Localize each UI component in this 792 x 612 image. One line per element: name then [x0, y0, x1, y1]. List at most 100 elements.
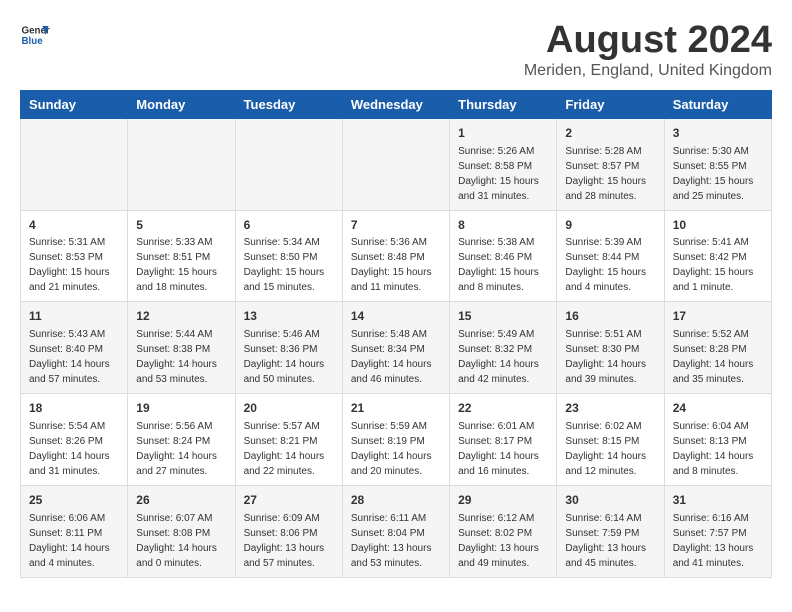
day-info: Sunrise: 5:34 AMSunset: 8:50 PMDaylight:…	[244, 235, 334, 295]
day-number: 22	[458, 400, 548, 417]
calendar-cell: 26Sunrise: 6:07 AMSunset: 8:08 PMDayligh…	[128, 485, 235, 577]
calendar-cell	[21, 118, 128, 210]
calendar-cell: 19 Sunrise: 5:56 AMSunset: 8:24 PMDayligh…	[128, 394, 235, 486]
day-info: Sunrise: 5:30 AMSunset: 8:55 PMDaylight:…	[673, 144, 763, 204]
col-saturday: Saturday	[664, 90, 771, 118]
sunrise-text: Sunrise: 5:34 AM	[244, 235, 334, 250]
col-thursday: Thursday	[450, 90, 557, 118]
sunrise-text: Sunrise: 6:06 AM	[29, 511, 119, 526]
calendar-cell: 30 Sunrise: 6:14 AMSunset: 7:59 PMDayligh…	[557, 485, 664, 577]
sunrise-text: Sunrise: 6:16 AM	[673, 511, 763, 526]
day-info: Sunrise: 5:38 AMSunset: 8:46 PMDaylight:…	[458, 235, 548, 295]
sunset-text: Sunset: 8:46 PM	[458, 250, 548, 265]
sunset-text: Sunset: 7:59 PM	[565, 526, 655, 541]
day-number: 9	[565, 217, 655, 234]
calendar-cell: 2Sunrise: 5:28 AMSunset: 8:57 PMDaylight…	[557, 118, 664, 210]
daylight-text: Daylight: 14 hours and 39 minutes.	[565, 357, 655, 387]
calendar-body: 1Sunrise: 5:26 AMSunset: 8:58 PMDaylight…	[21, 118, 772, 577]
sunset-text: Sunset: 8:51 PM	[136, 250, 226, 265]
day-info: Sunrise: 5:39 AMSunset: 8:44 PMDaylight:…	[565, 235, 655, 295]
daylight-text: Daylight: 15 hours and 18 minutes.	[136, 265, 226, 295]
header: General Blue August 2024 Meriden, Englan…	[20, 20, 772, 80]
daylight-text: Daylight: 15 hours and 4 minutes.	[565, 265, 655, 295]
day-number: 8	[458, 217, 548, 234]
day-number: 1	[458, 125, 548, 142]
calendar-week-1: 1Sunrise: 5:26 AMSunset: 8:58 PMDaylight…	[21, 118, 772, 210]
sunset-text: Sunset: 8:13 PM	[673, 434, 763, 449]
sunset-text: Sunset: 8:24 PM	[136, 434, 226, 449]
day-number: 7	[351, 217, 441, 234]
day-number: 31	[673, 492, 763, 509]
calendar-cell: 21Sunrise: 5:59 AMSunset: 8:19 PMDayligh…	[342, 394, 449, 486]
day-info: Sunrise: 5:44 AMSunset: 8:38 PMDaylight:…	[136, 327, 226, 387]
day-info: Sunrise: 6:14 AMSunset: 7:59 PMDaylight:…	[565, 511, 655, 571]
daylight-text: Daylight: 14 hours and 50 minutes.	[244, 357, 334, 387]
sunrise-text: Sunrise: 5:54 AM	[29, 419, 119, 434]
daylight-text: Daylight: 14 hours and 8 minutes.	[673, 449, 763, 479]
calendar-cell: 9Sunrise: 5:39 AMSunset: 8:44 PMDaylight…	[557, 210, 664, 302]
sunrise-text: Sunrise: 6:07 AM	[136, 511, 226, 526]
header-row: Sunday Monday Tuesday Wednesday Thursday…	[21, 90, 772, 118]
sunrise-text: Sunrise: 6:02 AM	[565, 419, 655, 434]
calendar-cell: 25Sunrise: 6:06 AMSunset: 8:11 PMDayligh…	[21, 485, 128, 577]
calendar-cell: 22Sunrise: 6:01 AMSunset: 8:17 PMDayligh…	[450, 394, 557, 486]
sunrise-text: Sunrise: 6:01 AM	[458, 419, 548, 434]
day-info: Sunrise: 5:56 AMSunset: 8:24 PMDaylight:…	[136, 419, 226, 479]
logo-icon: General Blue	[20, 20, 50, 50]
day-number: 16	[565, 308, 655, 325]
sunset-text: Sunset: 8:57 PM	[565, 159, 655, 174]
calendar-cell: 18Sunrise: 5:54 AMSunset: 8:26 PMDayligh…	[21, 394, 128, 486]
sunrise-text: Sunrise: 5:33 AM	[136, 235, 226, 250]
sunrise-text: Sunrise: 5:57 AM	[244, 419, 334, 434]
day-number: 29	[458, 492, 548, 509]
day-number: 30	[565, 492, 655, 509]
sunset-text: Sunset: 8:15 PM	[565, 434, 655, 449]
sunset-text: Sunset: 8:11 PM	[29, 526, 119, 541]
sunrise-text: Sunrise: 6:11 AM	[351, 511, 441, 526]
calendar-week-2: 4Sunrise: 5:31 AMSunset: 8:53 PMDaylight…	[21, 210, 772, 302]
sunrise-text: Sunrise: 5:51 AM	[565, 327, 655, 342]
calendar-cell	[342, 118, 449, 210]
day-info: Sunrise: 5:43 AMSunset: 8:40 PMDaylight:…	[29, 327, 119, 387]
day-info: Sunrise: 6:16 AMSunset: 7:57 PMDaylight:…	[673, 511, 763, 571]
day-number: 4	[29, 217, 119, 234]
day-number: 12	[136, 308, 226, 325]
day-number: 19	[136, 400, 226, 417]
calendar-cell: 5Sunrise: 5:33 AMSunset: 8:51 PMDaylight…	[128, 210, 235, 302]
calendar-cell: 29Sunrise: 6:12 AMSunset: 8:02 PMDayligh…	[450, 485, 557, 577]
sunrise-text: Sunrise: 6:09 AM	[244, 511, 334, 526]
calendar-cell: 20Sunrise: 5:57 AMSunset: 8:21 PMDayligh…	[235, 394, 342, 486]
day-number: 14	[351, 308, 441, 325]
sunrise-text: Sunrise: 5:56 AM	[136, 419, 226, 434]
sunrise-text: Sunrise: 6:12 AM	[458, 511, 548, 526]
day-number: 5	[136, 217, 226, 234]
day-number: 13	[244, 308, 334, 325]
day-info: Sunrise: 5:28 AMSunset: 8:57 PMDaylight:…	[565, 144, 655, 204]
calendar-week-4: 18Sunrise: 5:54 AMSunset: 8:26 PMDayligh…	[21, 394, 772, 486]
sunset-text: Sunset: 8:26 PM	[29, 434, 119, 449]
daylight-text: Daylight: 13 hours and 53 minutes.	[351, 541, 441, 571]
calendar-cell	[235, 118, 342, 210]
calendar-cell: 15Sunrise: 5:49 AMSunset: 8:32 PMDayligh…	[450, 302, 557, 394]
calendar-cell: 24Sunrise: 6:04 AMSunset: 8:13 PMDayligh…	[664, 394, 771, 486]
calendar-cell: 4Sunrise: 5:31 AMSunset: 8:53 PMDaylight…	[21, 210, 128, 302]
daylight-text: Daylight: 15 hours and 25 minutes.	[673, 174, 763, 204]
sunset-text: Sunset: 7:57 PM	[673, 526, 763, 541]
calendar-cell: 10Sunrise: 5:41 AMSunset: 8:42 PMDayligh…	[664, 210, 771, 302]
calendar-cell: 11Sunrise: 5:43 AMSunset: 8:40 PMDayligh…	[21, 302, 128, 394]
daylight-text: Daylight: 14 hours and 22 minutes.	[244, 449, 334, 479]
sunset-text: Sunset: 8:02 PM	[458, 526, 548, 541]
daylight-text: Daylight: 13 hours and 45 minutes.	[565, 541, 655, 571]
day-info: Sunrise: 5:33 AMSunset: 8:51 PMDaylight:…	[136, 235, 226, 295]
day-number: 28	[351, 492, 441, 509]
sunrise-text: Sunrise: 5:36 AM	[351, 235, 441, 250]
sunset-text: Sunset: 8:30 PM	[565, 342, 655, 357]
sunrise-text: Sunrise: 5:39 AM	[565, 235, 655, 250]
sunset-text: Sunset: 8:34 PM	[351, 342, 441, 357]
day-info: Sunrise: 6:06 AMSunset: 8:11 PMDaylight:…	[29, 511, 119, 571]
col-monday: Monday	[128, 90, 235, 118]
col-sunday: Sunday	[21, 90, 128, 118]
subtitle: Meriden, England, United Kingdom	[524, 62, 772, 80]
calendar-header: Sunday Monday Tuesday Wednesday Thursday…	[21, 90, 772, 118]
daylight-text: Daylight: 14 hours and 27 minutes.	[136, 449, 226, 479]
